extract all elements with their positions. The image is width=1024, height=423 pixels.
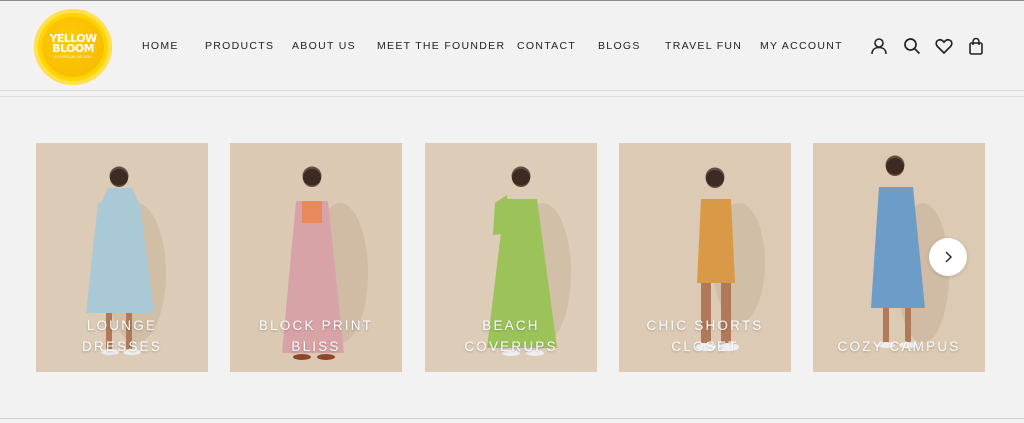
- logo-line-2: BLOOM: [52, 42, 94, 55]
- collection-title: BLOCK PRINT BLISS: [230, 315, 402, 357]
- collection-title: LOUNGE DRESSES: [36, 315, 208, 357]
- logo-mark: YELLOW BLOOM AS SPECIAL AS YOU: [42, 17, 104, 77]
- logo-tagline: AS SPECIAL AS YOU: [54, 55, 92, 59]
- site-header: YELLOW BLOOM AS SPECIAL AS YOU HOME PROD…: [0, 1, 1024, 91]
- nav-about-us[interactable]: ABOUT US: [292, 40, 356, 52]
- nav-meet-the-founder[interactable]: MEET THE FOUNDER: [377, 40, 505, 52]
- collection-title-line-1: BLOCK PRINT: [258, 318, 374, 333]
- collection-title-line-2: BLISS: [291, 339, 341, 354]
- collection-title-line-1: LOUNGE: [86, 318, 158, 333]
- collection-card-beach-coverups[interactable]: BEACH COVERUPS: [425, 143, 597, 372]
- collection-title-line-2: CLOSET: [671, 339, 739, 354]
- wishlist-heart-icon[interactable]: [934, 36, 954, 56]
- collection-card-lounge-dresses[interactable]: LOUNGE DRESSES: [36, 143, 208, 372]
- collection-title-line-2: COVERUPS: [464, 339, 558, 354]
- chevron-right-icon: [945, 251, 952, 263]
- carousel-next-button[interactable]: [929, 238, 967, 276]
- collection-carousel: LOUNGE DRESSES BLOCK PRINT BLISS BEACH C…: [0, 143, 1024, 372]
- nav-blogs[interactable]: BLOGS: [598, 40, 641, 52]
- collection-title-line-1: BEACH: [482, 318, 540, 333]
- nav-travel-fun[interactable]: TRAVEL FUN: [665, 40, 742, 52]
- section-bottom-divider: [0, 418, 1024, 419]
- collection-title: CHIC SHORTS CLOSET: [619, 315, 791, 357]
- nav-my-account[interactable]: MY ACCOUNT: [760, 40, 843, 52]
- collection-card-chic-shorts-closet[interactable]: CHIC SHORTS CLOSET: [619, 143, 791, 372]
- collection-title: COZY CAMPUS: [813, 336, 985, 357]
- collection-title-line-2: DRESSES: [82, 339, 162, 354]
- search-icon[interactable]: [902, 36, 922, 56]
- cart-bag-icon[interactable]: [966, 36, 986, 56]
- collection-title: BEACH COVERUPS: [425, 315, 597, 357]
- collection-title-line-1: CHIC SHORTS: [646, 318, 764, 333]
- nav-home[interactable]: HOME: [142, 40, 179, 52]
- collection-title-line-1: COZY CAMPUS: [837, 339, 961, 354]
- account-icon[interactable]: [869, 36, 889, 56]
- brand-logo[interactable]: YELLOW BLOOM AS SPECIAL AS YOU: [34, 9, 112, 85]
- collection-card-block-print-bliss[interactable]: BLOCK PRINT BLISS: [230, 143, 402, 372]
- header-divider: [0, 96, 1024, 97]
- nav-products[interactable]: PRODUCTS: [205, 40, 274, 52]
- nav-contact[interactable]: CONTACT: [517, 40, 576, 52]
